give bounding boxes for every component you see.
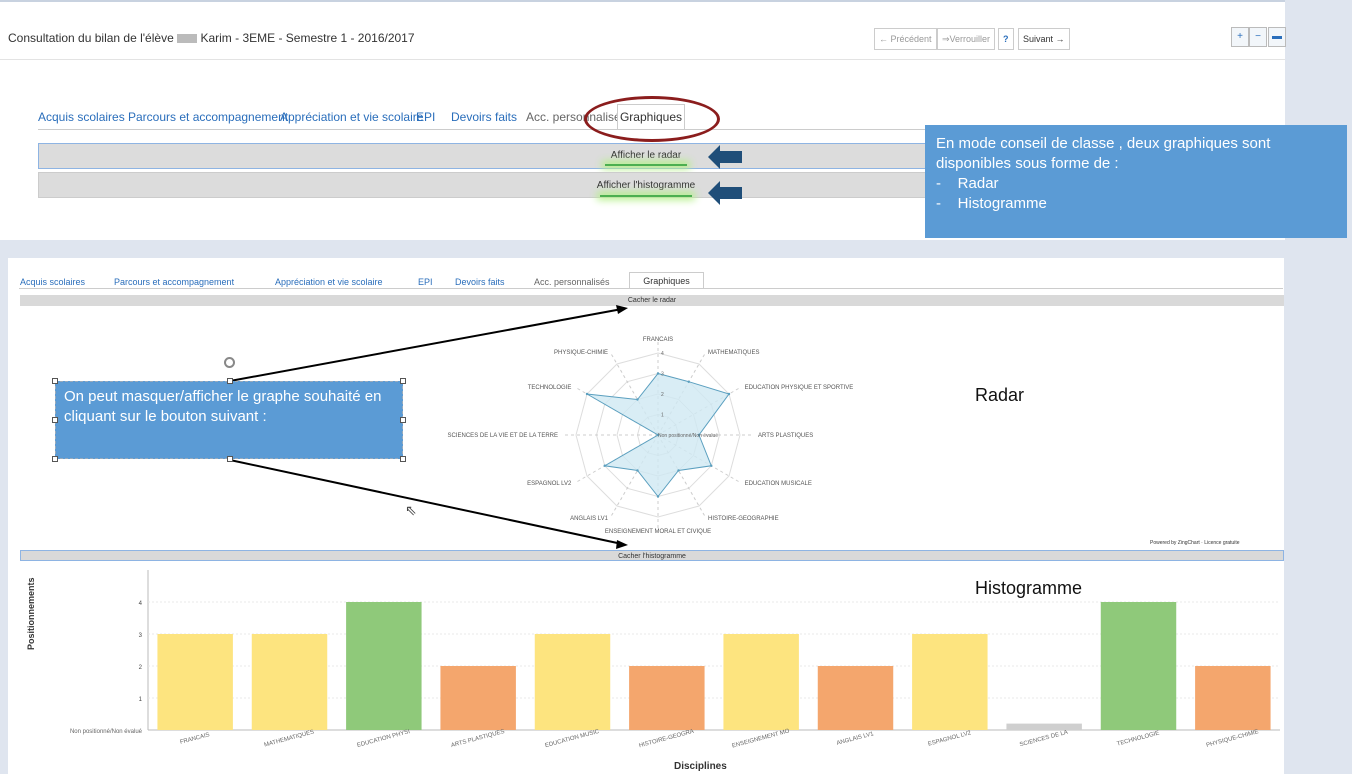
resize-handle[interactable]: [400, 417, 406, 423]
resize-handle[interactable]: [400, 456, 406, 462]
resize-handle[interactable]: [400, 378, 406, 384]
resize-handle[interactable]: [227, 456, 233, 462]
resize-handle[interactable]: [52, 417, 58, 423]
cursor-icon: ⇖: [405, 502, 417, 518]
resize-handle[interactable]: [227, 378, 233, 384]
rotate-handle-icon[interactable]: [224, 357, 235, 368]
resize-handle[interactable]: [52, 456, 58, 462]
histogram-label: Histogramme: [975, 578, 1083, 598]
resize-handle[interactable]: [52, 378, 58, 384]
info-callout-bottom: On peut masquer/afficher le graphe souha…: [55, 381, 403, 459]
radar-label: Radar: [975, 385, 1025, 405]
